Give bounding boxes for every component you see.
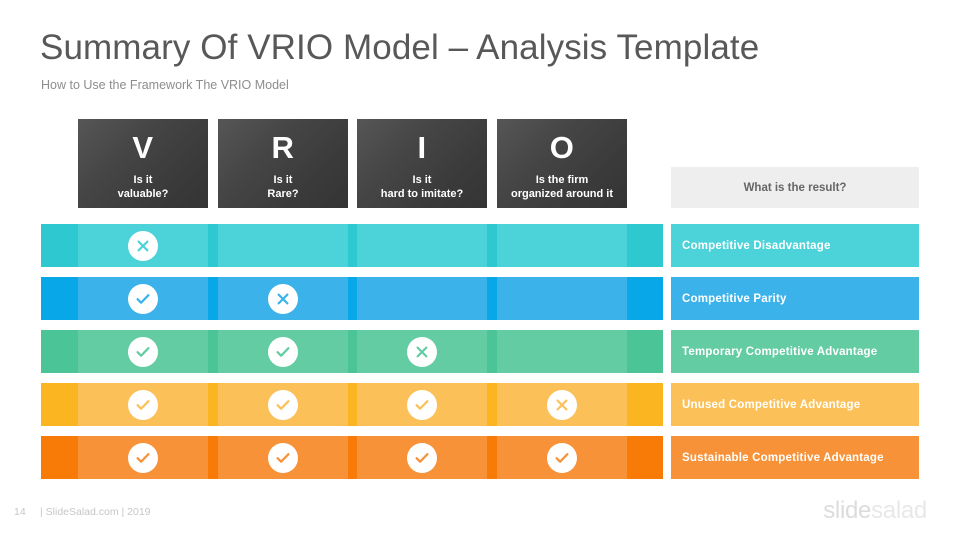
matrix-cell (78, 436, 208, 479)
vrio-question-line1: Is it (273, 174, 293, 186)
row-divider-band (348, 330, 357, 373)
matrix-cell (218, 436, 348, 479)
matrix-cell (78, 277, 208, 320)
result-label: Sustainable Competitive Advantage (671, 436, 919, 479)
matrix-row (41, 383, 663, 426)
row-divider-band (348, 277, 357, 320)
result-label: Unused Competitive Advantage (671, 383, 919, 426)
slidesalad-logo: slidesalad (823, 497, 927, 525)
vrio-letter: V (132, 130, 154, 165)
vrio-question-line1: Is it (133, 174, 153, 186)
matrix-cell (218, 330, 348, 373)
vrio-letter: R (271, 130, 295, 165)
cross-icon (407, 336, 437, 367)
matrix-cell (357, 436, 487, 479)
matrix-cell (218, 383, 348, 426)
matrix-cell (497, 436, 627, 479)
row-divider-band (487, 277, 497, 320)
logo-part-salad: salad (871, 497, 927, 524)
vrio-header-o: O Is the firm organized around it (497, 119, 627, 208)
row-divider-band (627, 383, 663, 426)
row-divider-band (208, 277, 218, 320)
check-icon (128, 283, 158, 314)
check-icon (268, 389, 298, 420)
vrio-question: Is the firm organized around it (497, 173, 627, 201)
row-divider-band (348, 383, 357, 426)
logo-part-slide: slide (823, 497, 872, 524)
check-icon (128, 336, 158, 367)
row-divider-band (208, 330, 218, 373)
row-divider-band (627, 330, 663, 373)
row-divider-band (41, 436, 78, 479)
footer-credit: | SlideSalad.com | 2019 (40, 506, 151, 518)
vrio-question: Is it valuable? (78, 173, 208, 201)
slide-canvas: Summary Of VRIO Model – Analysis Templat… (0, 0, 960, 540)
matrix-cell (78, 330, 208, 373)
check-icon (268, 442, 298, 473)
vrio-question-line2: valuable? (117, 188, 169, 200)
matrix-cell (497, 383, 627, 426)
check-icon (407, 442, 437, 473)
check-icon (407, 389, 437, 420)
row-divider-band (208, 224, 218, 267)
vrio-question: Is it Rare? (218, 173, 348, 201)
result-column-header: What is the result? (671, 167, 919, 208)
footer-page-number: 14 (14, 506, 26, 518)
matrix-cell (357, 224, 487, 267)
matrix-cell (218, 224, 348, 267)
row-divider-band (41, 330, 78, 373)
matrix-cell (218, 277, 348, 320)
row-divider-band (208, 436, 218, 479)
vrio-question-line2: organized around it (510, 188, 614, 200)
row-divider-band (208, 383, 218, 426)
row-divider-band (41, 224, 78, 267)
vrio-letter: I (417, 130, 427, 165)
check-icon (128, 442, 158, 473)
check-icon (547, 442, 577, 473)
vrio-question-line1: Is the firm (535, 174, 589, 186)
cross-icon (128, 230, 158, 261)
vrio-header-r: R Is it Rare? (218, 119, 348, 208)
matrix-cell (497, 224, 627, 267)
row-divider-band (348, 436, 357, 479)
row-divider-band (348, 224, 357, 267)
vrio-letter: O (549, 130, 575, 165)
matrix-cell (497, 330, 627, 373)
matrix-row (41, 330, 663, 373)
row-divider-band (487, 436, 497, 479)
matrix-row (41, 224, 663, 267)
row-divider-band (627, 224, 663, 267)
row-divider-band (487, 383, 497, 426)
page-title: Summary Of VRIO Model – Analysis Templat… (40, 28, 760, 67)
matrix-cell (357, 383, 487, 426)
row-divider-band (487, 330, 497, 373)
matrix-cell (357, 277, 487, 320)
row-divider-band (487, 224, 497, 267)
result-label: Competitive Parity (671, 277, 919, 320)
vrio-header-i: I Is it hard to imitate? (357, 119, 487, 208)
check-icon (268, 336, 298, 367)
matrix-cell (357, 330, 487, 373)
vrio-question-line2: Rare? (267, 188, 299, 200)
vrio-question: Is it hard to imitate? (357, 173, 487, 201)
vrio-question-line2: hard to imitate? (380, 188, 464, 200)
row-divider-band (41, 383, 78, 426)
row-divider-band (627, 277, 663, 320)
row-divider-band (627, 436, 663, 479)
vrio-header-v: V Is it valuable? (78, 119, 208, 208)
cross-icon (547, 389, 577, 420)
matrix-cell (78, 224, 208, 267)
matrix-row (41, 277, 663, 320)
matrix-cell (497, 277, 627, 320)
page-subtitle: How to Use the Framework The VRIO Model (41, 78, 289, 92)
vrio-question-line1: Is it (412, 174, 432, 186)
cross-icon (268, 283, 298, 314)
row-divider-band (41, 277, 78, 320)
matrix-cell (78, 383, 208, 426)
check-icon (128, 389, 158, 420)
result-label: Temporary Competitive Advantage (671, 330, 919, 373)
result-label: Competitive Disadvantage (671, 224, 919, 267)
matrix-row (41, 436, 663, 479)
